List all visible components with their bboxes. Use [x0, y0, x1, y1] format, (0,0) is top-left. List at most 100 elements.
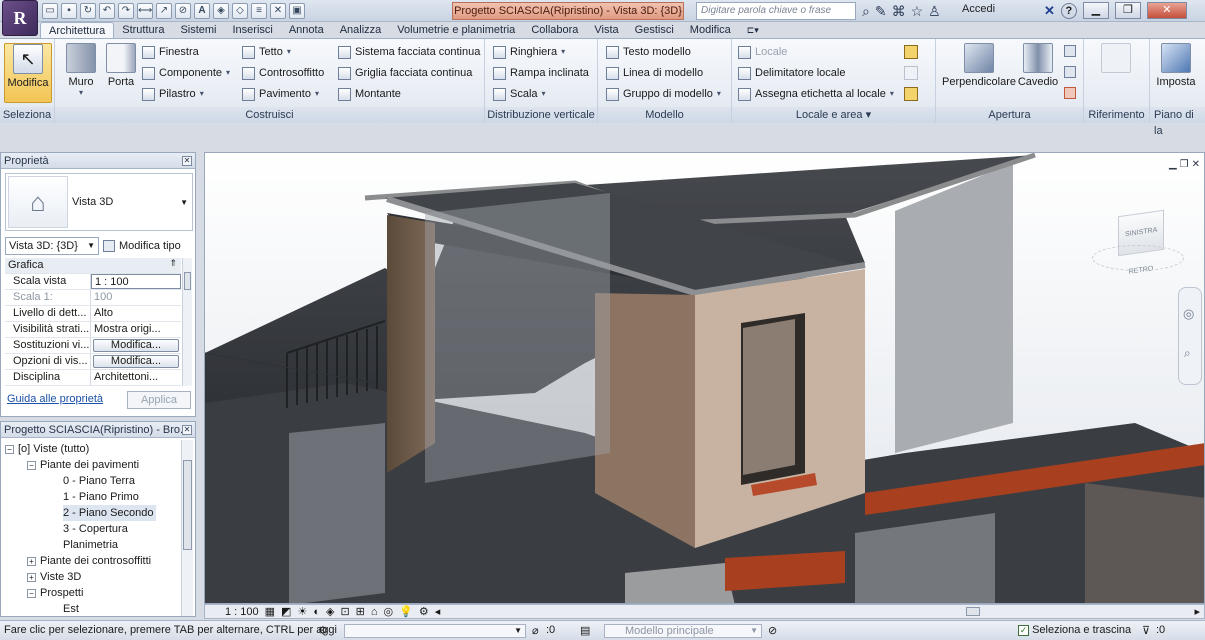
switch-windows-icon[interactable]: ▣	[289, 3, 305, 19]
tree-item[interactable]: 0 - Piano Terra	[63, 473, 135, 489]
building-model[interactable]	[205, 153, 1205, 604]
controsoffitto-button[interactable]: Controsoffitto	[242, 64, 324, 82]
tree-item[interactable]: Planimetria	[63, 537, 118, 553]
tree-item[interactable]: + Piante dei controsoffitti	[27, 553, 151, 569]
text-icon[interactable]: A	[194, 3, 210, 19]
componente-button[interactable]: Componente ▾	[142, 64, 230, 82]
rendering-icon[interactable]: ◈	[326, 605, 334, 618]
3d-view-icon[interactable]: ◈	[213, 3, 229, 19]
tab-collabora[interactable]: Collabora	[523, 22, 586, 38]
3d-view-canvas[interactable]: SINISTRA RETRO ◎ ⌕ ▁ ❐ ✕	[204, 152, 1205, 604]
scroll-thumb[interactable]	[184, 272, 191, 290]
signin-link[interactable]: Accedi	[962, 3, 995, 15]
tree-item[interactable]: − Prospetti	[27, 585, 83, 601]
area-boundary-icon[interactable]	[904, 66, 918, 80]
tab-analizza[interactable]: Analizza	[332, 22, 390, 38]
subscription-icon[interactable]: ✎	[875, 3, 887, 20]
tab-sistemi[interactable]: Sistemi	[172, 22, 224, 38]
save-icon[interactable]: ▪	[61, 3, 77, 19]
view-instance-selector[interactable]: Vista 3D: {3D} ▼	[5, 237, 99, 255]
search-input[interactable]: Digitare parola chiave o frase	[696, 2, 856, 20]
tree-item[interactable]: 1 - Piano Primo	[63, 489, 139, 505]
testo-modello-button[interactable]: Testo modello	[606, 43, 691, 61]
etichetta-button[interactable]: Assegna etichetta al locale ▾	[738, 85, 894, 103]
sistema-facciata-button[interactable]: Sistema facciata continua	[338, 43, 480, 61]
help-icon[interactable]: ?	[1060, 2, 1077, 19]
finestra-button[interactable]: Finestra	[142, 43, 199, 61]
tag-icon[interactable]: ⊘	[175, 3, 191, 19]
tree-item[interactable]: 3 - Copertura	[63, 521, 128, 537]
tree-item[interactable]: Est	[63, 601, 79, 617]
minimize-button[interactable]: ▁	[1082, 2, 1109, 19]
pavimento-button[interactable]: Pavimento ▾	[242, 85, 319, 103]
muro-button[interactable]: Muro ▾	[59, 43, 103, 97]
detail-level-icon[interactable]: ▦	[265, 605, 275, 618]
temporary-hide-icon[interactable]: ◎	[384, 605, 394, 618]
undo-icon[interactable]: ↶	[99, 3, 115, 19]
tab-volumetrie[interactable]: Volumetrie e planimetria	[389, 22, 523, 38]
vertical-opening-icon[interactable]	[1064, 66, 1076, 78]
tab-inserisci[interactable]: Inserisci	[225, 22, 281, 38]
tab-struttura[interactable]: Struttura	[114, 22, 172, 38]
perpendicolare-button[interactable]: Perpendicolare	[940, 43, 1018, 88]
shadows-icon[interactable]: ◐	[313, 606, 320, 618]
reveal-hidden-icon[interactable]: 💡	[399, 605, 413, 618]
collapse-toggle-icon[interactable]: −	[27, 588, 36, 598]
communication-icon[interactable]: ⌘	[892, 3, 906, 20]
favorites-icon[interactable]: ☆	[911, 3, 924, 20]
dormer-opening-icon[interactable]	[1064, 87, 1076, 99]
dimension-icon[interactable]: ↗	[156, 3, 172, 19]
tab-gestisci[interactable]: Gestisci	[627, 22, 682, 38]
view-minimize-icon[interactable]: ▁	[1169, 159, 1177, 170]
zoom-icon[interactable]: ⌕	[1184, 346, 1191, 361]
collapse-toggle-icon[interactable]: −	[5, 444, 14, 454]
select-drag-checkbox[interactable]: ✓ Seleziona e trascina	[1018, 624, 1131, 636]
expand-toggle-icon[interactable]: +	[27, 556, 36, 566]
tetto-button[interactable]: Tetto ▾	[242, 43, 291, 61]
linea-modello-button[interactable]: Linea di modello	[606, 64, 703, 82]
application-menu-button[interactable]: R	[2, 0, 38, 36]
cavedio-button[interactable]: Cavedio	[1016, 43, 1060, 88]
show-crop-icon[interactable]: ⊞	[356, 605, 365, 618]
property-row[interactable]: Livello di dett... Alto	[5, 306, 181, 322]
imposta-button[interactable]: Imposta	[1154, 43, 1198, 88]
filter-icon[interactable]: ⊽	[1142, 624, 1150, 637]
porta-button[interactable]: Porta	[99, 43, 143, 88]
property-row[interactable]: Scala vista 1 : 100	[5, 274, 181, 290]
area-icon[interactable]	[904, 45, 918, 59]
steering-wheel-icon[interactable]: ◎	[1183, 306, 1194, 322]
view-close-icon[interactable]: ✕	[1192, 159, 1200, 170]
workset-icon[interactable]: ⚙	[318, 624, 328, 637]
section-icon[interactable]: ◇	[232, 3, 248, 19]
scroll-thumb[interactable]	[183, 460, 192, 550]
tab-architettura[interactable]: Architettura	[40, 22, 115, 38]
wall-opening-icon[interactable]	[1064, 45, 1076, 57]
redo-icon[interactable]: ↷	[118, 3, 134, 19]
measure-icon[interactable]: ⟷	[137, 3, 153, 19]
design-options-icon[interactable]: ▤	[580, 624, 590, 637]
vg-overrides-edit-button[interactable]: Modifica...	[93, 339, 179, 352]
viewcube-ring[interactable]	[1092, 245, 1184, 271]
sync-icon[interactable]: ↻	[80, 3, 96, 19]
tree-item[interactable]: + Viste 3D	[27, 569, 81, 585]
restore-button[interactable]: ❐	[1114, 2, 1141, 19]
exclude-options-icon[interactable]: ⊘	[768, 624, 777, 637]
close-icon[interactable]: ✕	[182, 425, 192, 435]
edit-type-button[interactable]: Modifica tipo	[103, 237, 181, 255]
category-row[interactable]: Grafica ⇑	[5, 258, 181, 274]
group-label-locale[interactable]: Locale e area ▾	[732, 107, 935, 123]
user-icon[interactable]: ♙	[928, 3, 941, 20]
tree-item-selected[interactable]: 2 - Piano Secondo	[63, 505, 156, 521]
collapse-toggle-icon[interactable]: −	[27, 460, 36, 470]
sun-path-icon[interactable]: ☀	[297, 605, 307, 618]
tag-area-icon[interactable]	[904, 87, 918, 101]
tab-annota[interactable]: Annota	[281, 22, 332, 38]
property-row[interactable]: Visibilità strati... Mostra origi...	[5, 322, 181, 338]
binoculars-icon[interactable]: ⌕	[862, 3, 870, 20]
close-icon[interactable]: ✕	[182, 156, 192, 166]
close-hidden-icon[interactable]: ✕	[270, 3, 286, 19]
scroll-right-icon[interactable]: ▸	[1194, 605, 1200, 618]
visual-style-icon[interactable]: ◩	[281, 605, 291, 618]
scroll-thumb[interactable]	[966, 607, 981, 616]
apply-button[interactable]: Applica	[127, 391, 191, 409]
